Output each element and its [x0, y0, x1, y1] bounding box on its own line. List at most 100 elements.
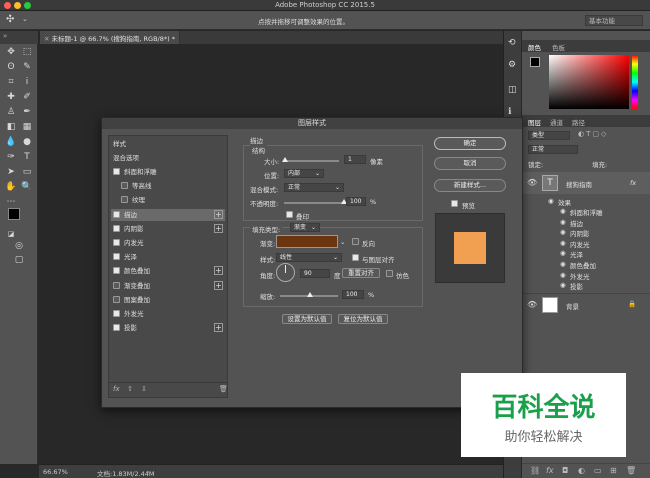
chevron-right-icon[interactable]: › [147, 468, 150, 476]
foreground-color-swatch[interactable] [8, 208, 20, 220]
layer-row-background[interactable]: 👁 背景 🔒 [522, 293, 650, 315]
tab-color[interactable]: 颜色 [528, 42, 541, 52]
eye-icon[interactable]: ◉ [560, 207, 566, 215]
delete-effect-icon[interactable]: 🗑 [219, 385, 228, 393]
opacity-slider-track[interactable] [284, 202, 344, 204]
toolbar-grip[interactable]: » [0, 31, 38, 44]
size-slider-track[interactable] [284, 160, 339, 162]
move-tool-icon[interactable]: ✣ [6, 14, 14, 25]
style-item-checkbox[interactable] [113, 210, 120, 218]
style-item-checkbox[interactable] [113, 224, 120, 232]
eye-icon[interactable]: ◉ [560, 228, 566, 236]
layer-kind-filter[interactable]: 类型 [528, 131, 570, 140]
dither-checkbox[interactable] [386, 270, 393, 277]
eye-icon[interactable]: ◉ [560, 281, 566, 289]
ok-button[interactable]: 确定 [434, 137, 506, 150]
blend-mode-select[interactable]: 正常 [528, 145, 578, 154]
color-field[interactable] [549, 55, 629, 109]
overprint-checkbox[interactable] [286, 211, 293, 218]
fg-color-chip[interactable] [530, 57, 540, 67]
zoom-tool-icon[interactable]: 🔍 [20, 181, 34, 194]
style-item-checkbox[interactable] [113, 168, 120, 175]
eye-icon[interactable]: ◉ [560, 249, 566, 257]
style-item-checkbox[interactable] [121, 182, 128, 190]
stamp-tool-icon[interactable]: ♙ [4, 106, 18, 119]
style-item-checkbox[interactable] [113, 310, 120, 317]
move-tool-icon[interactable]: ✥ [4, 46, 18, 59]
new-style-button[interactable]: 新建样式... [434, 179, 506, 192]
size-input[interactable]: 1 [344, 155, 366, 164]
style-item[interactable]: 描边 + [111, 208, 225, 221]
style-item[interactable]: 颜色叠加 + [111, 265, 225, 277]
info-panel-icon[interactable]: ℹ [508, 107, 511, 117]
healing-tool-icon[interactable]: ✚ [4, 91, 18, 104]
cancel-button[interactable]: 取消 [434, 157, 506, 170]
hand-tool-icon[interactable]: ✋ [4, 181, 18, 194]
style-item[interactable]: 内发光 [111, 237, 225, 249]
path-select-tool-icon[interactable]: ➤ [4, 166, 18, 179]
link-icon[interactable]: ⛓ [530, 466, 540, 475]
style-item-checkbox[interactable] [121, 196, 128, 204]
size-slider-knob[interactable] [282, 157, 288, 162]
adjustment-icon[interactable]: ◐ [578, 466, 585, 475]
fill-type-select[interactable]: 渐变 ⌄ [290, 223, 320, 232]
style-item[interactable]: 纹理 [111, 194, 225, 206]
style-item[interactable]: 内阴影 + [111, 223, 225, 235]
fx-icon[interactable]: fx [546, 466, 554, 475]
blend-options-item[interactable]: 混合选项 [111, 152, 225, 164]
scale-slider-knob[interactable] [307, 292, 313, 297]
add-effect-icon[interactable]: + [214, 280, 223, 290]
add-effect-icon[interactable]: + [214, 209, 223, 219]
folder-icon[interactable]: ▭ [594, 466, 602, 475]
gradient-swatch[interactable] [276, 235, 338, 248]
layer-name-text[interactable]: 搜狗指南 [566, 179, 592, 189]
angle-input[interactable]: 90 [300, 269, 330, 278]
reverse-checkbox[interactable] [352, 238, 359, 245]
make-default-button[interactable]: 设置为默认值 [282, 314, 332, 324]
gradient-style-select[interactable]: 线性 ⌄ [276, 253, 342, 262]
doc-info[interactable]: 文档:1.83M/2.44M [97, 468, 155, 478]
layer-row-text[interactable]: 👁 T 搜狗指南 fx [522, 172, 650, 194]
tab-paths[interactable]: 路径 [572, 117, 585, 127]
filter-icons[interactable]: ◐T▢◇ [578, 130, 608, 138]
move-down-icon[interactable]: ⇩ [141, 385, 147, 393]
eye-icon[interactable]: ◉ [560, 239, 566, 247]
eye-icon[interactable]: ◉ [548, 197, 554, 205]
angle-dial[interactable] [276, 263, 295, 282]
eye-icon[interactable]: ◉ [560, 271, 566, 279]
crop-tool-icon[interactable]: ⌗ [4, 76, 18, 89]
style-item[interactable]: 光泽 [111, 251, 225, 263]
shape-tool-icon[interactable]: ▭ [20, 166, 34, 179]
preview-checkbox[interactable] [451, 200, 458, 207]
tab-close-icon[interactable]: ✕ [44, 35, 52, 43]
history-brush-tool-icon[interactable]: ✒ [20, 106, 34, 119]
style-item[interactable]: 外发光 [111, 308, 225, 320]
style-item-checkbox[interactable] [113, 324, 120, 332]
properties-panel-icon[interactable]: ⚙ [508, 60, 516, 70]
eraser-tool-icon[interactable]: ◧ [4, 121, 18, 134]
style-item-checkbox[interactable] [113, 253, 120, 261]
add-effect-icon[interactable]: + [214, 323, 223, 333]
scale-input[interactable]: 100 [342, 290, 364, 299]
history-panel-icon[interactable]: ⟲ [508, 38, 516, 48]
move-up-icon[interactable]: ⇧ [127, 385, 133, 393]
layer-name-background[interactable]: 背景 [566, 301, 579, 311]
new-layer-icon[interactable]: ⊞ [610, 466, 617, 475]
opacity-input[interactable]: 100 [346, 197, 366, 206]
add-effect-icon[interactable]: + [214, 223, 223, 233]
adjust-panel-icon[interactable]: ◫ [508, 85, 517, 95]
chevron-down-icon[interactable]: ⌄ [22, 15, 28, 23]
style-item[interactable]: 投影 + [111, 322, 225, 334]
reset-align-button[interactable]: 重置对齐 [342, 268, 380, 278]
style-item[interactable]: 等高线 [111, 180, 225, 192]
lasso-tool-icon[interactable]: ʘ [4, 61, 18, 74]
stroke-blend-select[interactable]: 正常 ⌄ [284, 183, 344, 192]
styles-header[interactable]: 样式 [111, 138, 225, 150]
eye-icon[interactable]: ◉ [560, 260, 566, 268]
type-tool-icon[interactable]: T [20, 151, 34, 164]
workspace-select[interactable]: 基本功能 [585, 15, 643, 26]
gradient-tool-icon[interactable]: ▦ [20, 121, 34, 134]
tab-channels[interactable]: 通道 [550, 117, 563, 127]
style-item-checkbox[interactable] [113, 295, 120, 303]
quick-select-tool-icon[interactable]: ✎ [20, 61, 34, 74]
